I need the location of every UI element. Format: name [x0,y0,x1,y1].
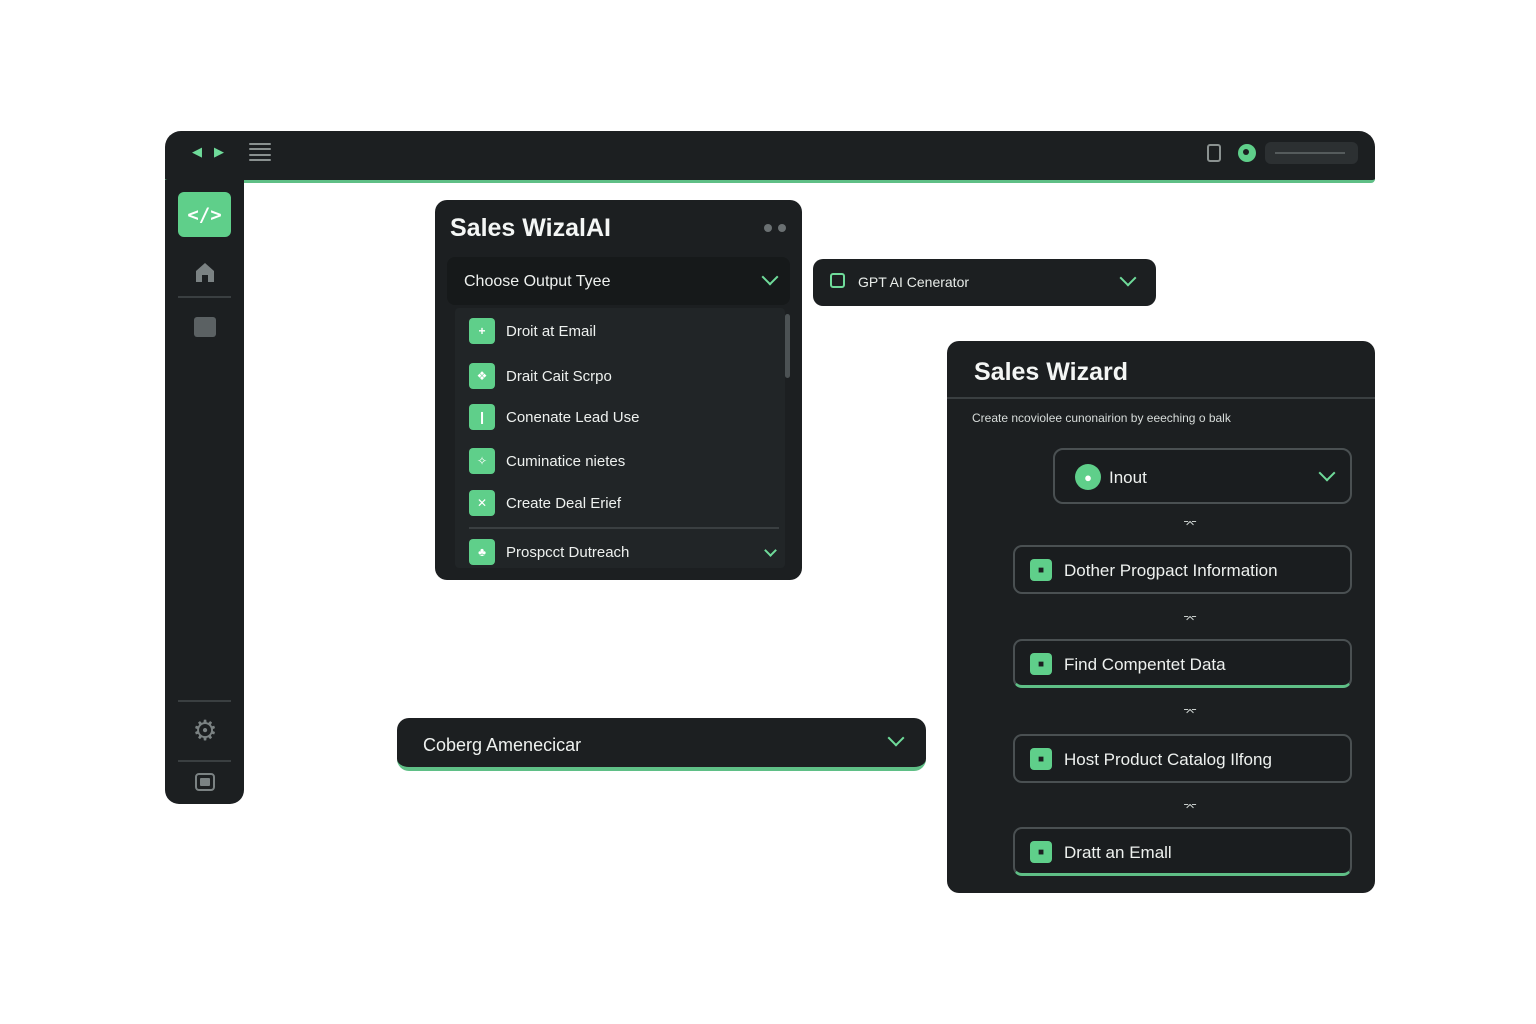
title-divider [947,397,1375,399]
scrollbar[interactable] [785,314,790,378]
gear-icon[interactable]: ⚙ [191,717,219,745]
script-icon: ❖ [469,363,495,389]
deal-icon: ✕ [469,490,495,516]
list-item[interactable]: + Droit at Email [469,318,596,344]
wizard-step[interactable]: ■ Host Product Catalog Ilfong [1013,734,1352,783]
chevron-down-icon [887,729,905,747]
step-label: Dother Progpact Information [1064,561,1278,580]
square-icon[interactable] [194,317,216,337]
company-select[interactable]: Coberg Amenecicar [397,718,926,771]
step-label: Find Compentet Data [1064,655,1226,674]
top-bar [165,131,1375,183]
wizard-step[interactable]: ■ Dother Progpact Information [1013,545,1352,594]
code-icon[interactable]: </> [178,192,231,237]
list-item[interactable]: ✧ Cuminatice nietes [469,448,625,474]
panel-subtitle: Create ncoviolee cunonairion by eeeching… [972,411,1231,425]
list-item-label: Create Deal Erief [506,494,622,512]
list-item-label: Prospcct Dutreach [506,543,630,561]
connector-icon: ⌤ [1183,517,1197,531]
step-icon: ■ [1030,841,1052,863]
connector-icon: ⌤ [1183,705,1197,719]
output-type-select[interactable]: Choose Output Tyee [447,257,790,305]
panel-title: Sales Wizard [974,358,1129,386]
gpt-generator-select[interactable]: GPT AI Cenerator [813,259,1156,306]
checkbox[interactable] [830,273,845,288]
list-item-label: Drait Cait Scrpo [506,367,612,385]
list-item[interactable]: ♣ Prospcct Dutreach [469,539,629,565]
step-label: Host Product Catalog Ilfong [1064,750,1272,769]
chevron-down-icon [761,268,779,286]
list-divider [469,527,779,529]
select-label: Coberg Amenecicar [423,735,582,755]
sales-wizard-panel: Sales Wizard Create ncoviolee cunonairio… [947,341,1375,893]
chevron-down-icon[interactable] [764,544,777,557]
status-icon[interactable] [1238,144,1256,162]
list-item-label: Droit at Email [506,322,597,340]
more-icon[interactable] [764,224,786,232]
email-icon: + [469,318,495,344]
step-label: Dratt an Emall [1064,843,1172,862]
sidebar-divider [178,296,231,298]
select-label: Choose Output Tyee [464,273,611,290]
screen-icon[interactable] [195,773,215,791]
home-icon[interactable] [193,260,217,284]
search-bar[interactable] [1265,142,1358,164]
output-type-list: + Droit at Email ❖ Drait Cait Scrpo ❙ Co… [455,308,785,568]
chevron-down-icon [1318,464,1336,482]
list-item-label: Cuminatice nietes [506,452,626,470]
list-item[interactable]: ✕ Create Deal Erief [469,490,621,516]
chevron-down-icon [1119,269,1137,287]
step-icon: ■ [1030,559,1052,581]
sidebar-divider [178,700,231,702]
sidebar-divider [178,760,231,762]
wizard-step[interactable]: ■ Dratt an Emall [1013,827,1352,876]
notes-icon: ✧ [469,448,495,474]
input-icon: ● [1075,464,1101,490]
wizard-step[interactable]: ■ Find Compentet Data [1013,639,1352,688]
connector-icon: ⌤ [1183,612,1197,626]
sales-wizal-panel: Sales WizalAI Choose Output Tyee + Droit… [435,200,802,580]
lead-icon: ❙ [469,404,495,430]
select-label: GPT AI Cenerator [858,274,970,290]
menu-icon[interactable] [249,142,271,162]
step-icon: ■ [1030,748,1052,770]
nav-arrows: ◀ ▶ [190,144,226,160]
list-item-label: Conenate Lead Use [506,408,640,426]
chevron-left-icon[interactable]: ◀ [190,144,204,160]
phone-icon[interactable] [1207,144,1221,162]
input-select[interactable]: ● Inout [1053,448,1352,504]
list-item[interactable]: ❖ Drait Cait Scrpo [469,363,612,389]
input-label: Inout [1109,468,1147,487]
outreach-icon: ♣ [469,539,495,565]
panel-title: Sales WizalAI [450,214,611,242]
chevron-right-icon[interactable]: ▶ [212,144,226,160]
connector-icon: ⌤ [1183,800,1197,814]
list-item[interactable]: ❙ Conenate Lead Use [469,404,639,430]
step-icon: ■ [1030,653,1052,675]
